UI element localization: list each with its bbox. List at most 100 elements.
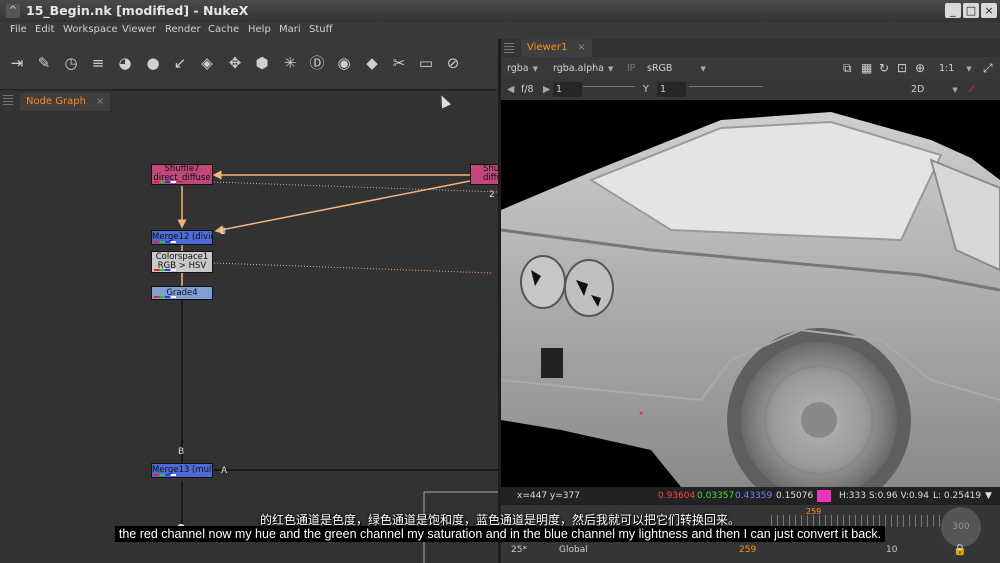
red-value: 0.93604	[658, 491, 696, 501]
tab-label: Viewer1	[527, 42, 568, 53]
zoom-dropdown[interactable]: 1:1 ▼	[939, 61, 972, 76]
menu-workspace[interactable]: Workspace	[63, 24, 118, 35]
metadata-tools-icon[interactable]: ◆	[362, 53, 382, 73]
close-tab-icon[interactable]: ×	[96, 96, 104, 107]
grid-icon[interactable]: ▦	[861, 61, 872, 76]
viewer-image[interactable]	[501, 100, 1000, 487]
node-merge12[interactable]: Merge12 (divide	[151, 230, 213, 245]
gamma-label: Y	[643, 84, 649, 95]
roi-icon[interactable]: ⧉	[843, 61, 852, 76]
views-tools-icon[interactable]: ◉	[334, 53, 354, 73]
app-menu-icon[interactable]: ^	[6, 4, 20, 18]
tab-viewer1[interactable]: Viewer1 ×	[521, 39, 592, 57]
menu-bar: File Edit Workspace Viewer Render Cache …	[0, 22, 1000, 39]
lock-icon[interactable]: 🔒	[953, 543, 967, 556]
fstop-prev-icon[interactable]: ◀	[507, 82, 514, 97]
status-menu-icon[interactable]: ▼	[985, 487, 992, 505]
gamma-field[interactable]: 1	[657, 82, 686, 97]
view-mode-dropdown[interactable]: 2D ▼	[911, 82, 958, 97]
expand-icon[interactable]: ⤢	[983, 61, 993, 76]
node-merge13[interactable]: Merge13 (multipl	[151, 463, 213, 478]
gain-icon[interactable]: ▶	[543, 82, 550, 97]
dropdown-value: rgba	[507, 63, 529, 74]
maximize-button[interactable]: □	[963, 3, 979, 18]
menu-cache[interactable]: Cache	[208, 24, 239, 35]
node-colorspace1[interactable]: Colorspace1 RGB > HSV	[151, 251, 213, 273]
frame-field[interactable]: 259	[739, 545, 756, 555]
image-tools-icon[interactable]: ⇥	[7, 53, 27, 73]
alpha-dropdown[interactable]: rgba.alpha ▼	[553, 61, 613, 76]
channel-indicator	[154, 181, 176, 183]
channel-indicator	[154, 474, 176, 476]
gamma-slider[interactable]	[689, 86, 763, 95]
green-value: 0.03357	[697, 491, 735, 501]
menu-mari[interactable]: Mari	[279, 24, 301, 35]
step-field[interactable]: 10	[886, 545, 897, 555]
gain-field[interactable]: 1	[553, 82, 582, 97]
menu-stuff[interactable]: Stuff	[309, 24, 333, 35]
node-sublabel: diffus	[483, 173, 498, 183]
chevron-down-icon: ▼	[966, 65, 972, 73]
node-shuffle-right[interactable]: Shu diffus	[470, 164, 498, 185]
channels-dropdown[interactable]: rgba ▼	[507, 61, 538, 76]
3d-tools-icon[interactable]: ⬢	[252, 53, 272, 73]
pause-icon[interactable]: ⊡	[897, 61, 907, 76]
draw-tools-icon[interactable]: ✎	[34, 53, 54, 73]
node-toolbar: ⇥ ✎ ◷ ≡ ◕ ● ↙ ◈ ✥ ⬢ ✳ Ⓓ ◉ ◆ ✂ ▭ ⊘	[0, 39, 498, 90]
time-tools-icon[interactable]: ◷	[61, 53, 81, 73]
menu-render[interactable]: Render	[165, 24, 201, 35]
keyer-tools-icon[interactable]: ↙	[170, 53, 190, 73]
blue-value: 0.43359	[735, 491, 773, 501]
tab-label: Node Graph	[26, 96, 86, 107]
close-button[interactable]: ×	[981, 3, 997, 18]
node-grade4[interactable]: Grade4	[151, 286, 213, 300]
viewer-tabbar: Viewer1 ×	[501, 39, 1000, 57]
channel-indicator	[154, 269, 176, 271]
node-shuffle7[interactable]: Shuffle7 direct_diffuse	[151, 164, 213, 185]
node-graph-tabbar: Node Graph ×	[0, 91, 498, 111]
transform-tools-icon[interactable]: ✥	[225, 53, 245, 73]
menu-help[interactable]: Help	[248, 24, 271, 35]
particles-tools-icon[interactable]: ✳	[280, 53, 300, 73]
subtitle-english-text: the red channel now my hue and the green…	[114, 526, 886, 542]
filter-tools-icon[interactable]: ●	[143, 53, 163, 73]
pixel-coords: x=447 y=377	[517, 491, 580, 501]
channel-tools-icon[interactable]: ≡	[88, 53, 108, 73]
channel-indicator	[154, 296, 176, 298]
refresh-icon[interactable]: ↻	[879, 61, 889, 76]
viewer-controls-bottom: ◀ f/8 ▶ 1 Y 1 2D ▼ ⁄	[501, 79, 1000, 101]
panel-grip-icon[interactable]	[3, 95, 13, 107]
other-tools-icon[interactable]: ✂	[389, 53, 409, 73]
deep-tools-icon[interactable]: Ⓓ	[307, 53, 327, 73]
chevron-down-icon: ▼	[607, 65, 614, 73]
chevron-down-icon: ▼	[700, 65, 706, 73]
range-dropdown[interactable]: Global	[559, 545, 588, 555]
proxy-icon[interactable]: ⁄	[971, 82, 973, 97]
dropdown-value: 2D	[911, 84, 925, 95]
fstop-label: f/8	[521, 84, 534, 95]
ocula-tools-icon[interactable]: ⊘	[443, 53, 463, 73]
fps-dropdown[interactable]: 25*	[511, 545, 527, 555]
color-swatch	[817, 490, 831, 502]
node-graph[interactable]: Shuffle7 direct_diffuse Shu diffus 2 Mer…	[0, 111, 498, 563]
dotted-pipe-2	[213, 262, 493, 274]
furnace-tools-icon[interactable]: ▭	[416, 53, 436, 73]
menu-edit[interactable]: Edit	[35, 24, 54, 35]
tab-node-graph[interactable]: Node Graph ×	[20, 93, 111, 111]
ip-button[interactable]: IP	[627, 61, 636, 76]
dropdown-value: 1:1	[939, 63, 955, 74]
viewer-controls-top: rgba ▼ rgba.alpha ▼ IP sRGB ▼ ⧉ ▦ ↻ ⊡ ⊕ 1:1…	[501, 57, 1000, 79]
overlay-icon[interactable]: ⊕	[915, 61, 925, 76]
color-tools-icon[interactable]: ◕	[115, 53, 135, 73]
input-a-label: A	[221, 466, 228, 476]
menu-viewer[interactable]: Viewer	[122, 24, 156, 35]
menu-file[interactable]: File	[10, 24, 27, 35]
merge-tools-icon[interactable]: ◈	[197, 53, 217, 73]
colorspace-dropdown[interactable]: sRGB ▼	[647, 61, 706, 76]
input-b-label: B	[178, 447, 185, 457]
close-tab-icon[interactable]: ×	[577, 42, 585, 53]
minimize-button[interactable]: _	[945, 3, 961, 18]
chevron-down-icon: ▼	[532, 65, 539, 73]
panel-grip-icon[interactable]	[504, 43, 514, 55]
gain-slider[interactable]	[583, 86, 635, 95]
